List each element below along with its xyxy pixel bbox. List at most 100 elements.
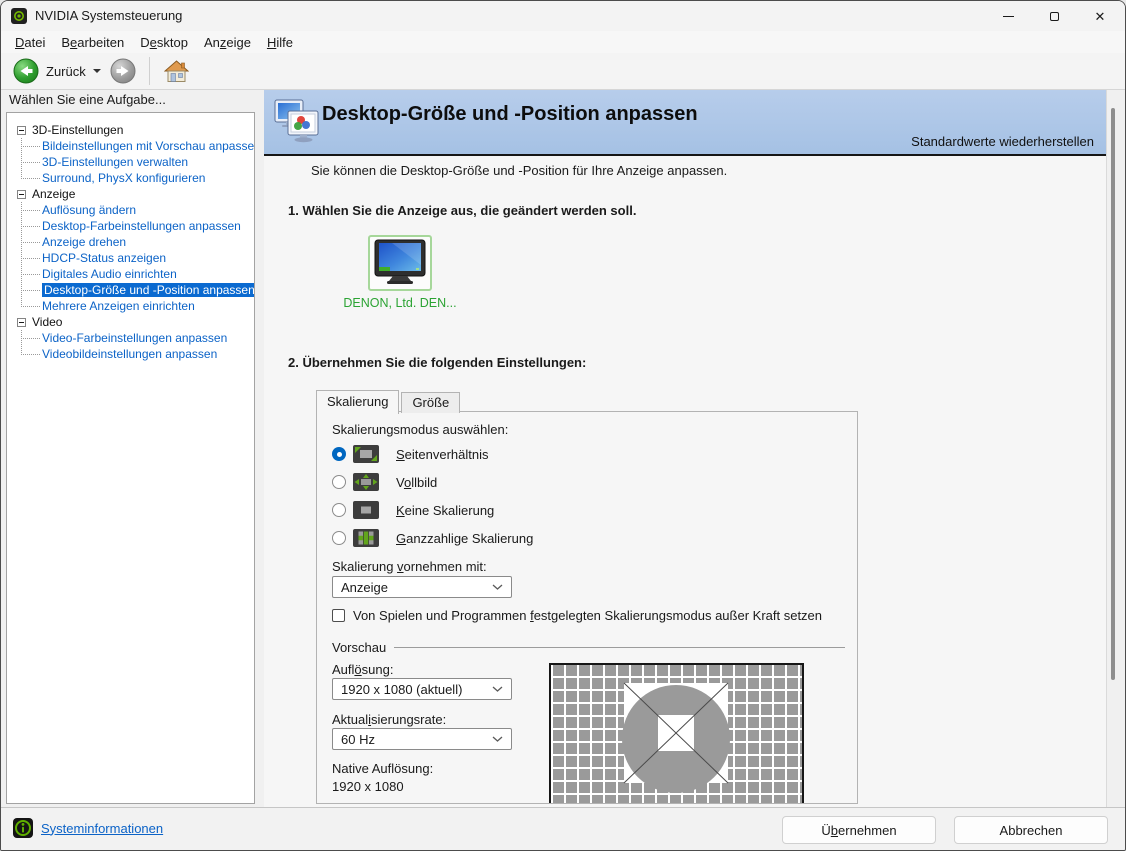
integer-scaling-icon: [353, 529, 379, 547]
collapse-icon[interactable]: [17, 317, 26, 327]
collapse-icon[interactable]: [17, 125, 26, 135]
perform-scaling-value: Anzeige: [341, 579, 388, 595]
tab-skalierung[interactable]: Skalierung: [316, 390, 400, 414]
radio-button-selected[interactable]: [332, 447, 346, 461]
titlebar: NVIDIA Systemsteuerung ✕: [1, 1, 1125, 31]
tree-group-3d: Bildeinstellungen mit Vorschau anpassen …: [21, 138, 254, 186]
resolution-label: Auflösung:: [332, 662, 394, 677]
menu-anzeige[interactable]: Anzeige: [196, 33, 259, 52]
chevron-down-icon: [492, 686, 503, 692]
info-icon: [13, 818, 33, 838]
scaling-preview-image: [549, 663, 804, 803]
maximize-button[interactable]: [1031, 1, 1077, 31]
tree-item-videobildeinstellungen[interactable]: Videobildeinstellungen anpassen: [21, 346, 252, 362]
close-icon: ✕: [1094, 8, 1106, 24]
back-button[interactable]: Zurück: [13, 58, 101, 84]
system-information-label: Systeminformationen: [41, 820, 164, 836]
tree-root-3d-einstellungen[interactable]: 3D-Einstellungen: [17, 122, 252, 138]
footer-bar: Systeminformationen Übernehmen Abbrechen: [1, 807, 1125, 850]
toolbar-separator: [148, 57, 150, 85]
forward-button[interactable]: [110, 58, 136, 84]
tree-root-anzeige[interactable]: Anzeige: [17, 186, 252, 202]
refresh-rate-dropdown[interactable]: 60 Hz: [332, 728, 512, 750]
perform-scaling-dropdown[interactable]: Anzeige: [332, 576, 512, 598]
home-icon: [163, 59, 189, 83]
tree-item-3d-verwalten[interactable]: 3D-Einstellungen verwalten: [21, 154, 252, 170]
radio-button[interactable]: [332, 531, 346, 545]
collapse-icon[interactable]: [17, 189, 26, 199]
page-header-band: Desktop-Größe und -Position anpassen Sta…: [264, 90, 1106, 154]
chevron-down-icon: [492, 736, 503, 742]
tree-group-anzeige: Auflösung ändern Desktop-Farbeinstellung…: [21, 202, 254, 314]
tree-item-digitales-audio[interactable]: Digitales Audio einrichten: [21, 266, 252, 282]
native-resolution-value: 1920 x 1080: [332, 779, 404, 794]
refresh-rate-label: Aktualisierungsrate:: [332, 712, 447, 727]
checkbox-unchecked[interactable]: [332, 609, 345, 622]
system-information-link[interactable]: Systeminformationen: [13, 818, 163, 838]
radio-button[interactable]: [332, 503, 346, 517]
task-tree-panel: 3D-Einstellungen Bildeinstellungen mit V…: [6, 112, 255, 804]
header-divider: [264, 154, 1106, 156]
back-icon: [13, 58, 39, 84]
tree-item-aufloesung-aendern[interactable]: Auflösung ändern: [21, 202, 252, 218]
apply-button[interactable]: Übernehmen: [782, 816, 936, 844]
nvidia-control-panel-window: NVIDIA Systemsteuerung ✕ Datei Bearbeite…: [0, 0, 1126, 851]
home-button[interactable]: [163, 59, 189, 83]
tree-item-mehrere-anzeigen[interactable]: Mehrere Anzeigen einrichten: [21, 298, 252, 314]
radio-ganzzahlige-skalierung[interactable]: Ganzzahlige Skalierung: [332, 528, 533, 548]
menu-desktop[interactable]: Desktop: [132, 33, 196, 52]
tree-item-surround-physx[interactable]: Surround, PhysX konfigurieren: [21, 170, 252, 186]
menu-datei[interactable]: Datei: [7, 33, 53, 52]
close-button[interactable]: ✕: [1077, 1, 1123, 31]
display-name-label: DENON, Ltd. DEN...: [343, 296, 457, 310]
radio-seitenverhaeltnis[interactable]: Seitenverhältnis: [332, 444, 489, 464]
maximize-icon: [1049, 11, 1059, 21]
cancel-button[interactable]: Abbrechen: [954, 816, 1108, 844]
restore-defaults-button[interactable]: Standardwerte wiederherstellen: [911, 134, 1094, 149]
navigation-toolbar: Zurück: [1, 53, 1125, 90]
scaling-tab-panel: Skalierungsmodus auswählen: Seitenverhäl…: [316, 411, 858, 804]
vertical-scrollbar[interactable]: [1111, 108, 1115, 680]
radio-keine-skalierung[interactable]: Keine Skalierung: [332, 500, 494, 520]
tree-item-video-farbeinstellungen[interactable]: Video-Farbeinstellungen anpassen: [21, 330, 252, 346]
back-button-label: Zurück: [46, 63, 86, 79]
forward-icon: [110, 58, 136, 84]
display-select-tile[interactable]: [368, 235, 432, 291]
minimize-icon: [1002, 15, 1014, 17]
tree-item-hdcp-status[interactable]: HDCP-Status anzeigen: [21, 250, 252, 266]
preview-group-label: Vorschau: [332, 640, 387, 655]
menubar: Datei Bearbeiten Desktop Anzeige Hilfe: [1, 31, 1125, 53]
nvidia-app-icon: [11, 8, 27, 24]
radio-button[interactable]: [332, 475, 346, 489]
menu-hilfe[interactable]: Hilfe: [259, 33, 301, 52]
settings-tabs: Skalierung Größe: [316, 390, 461, 414]
override-scaling-checkbox-row[interactable]: Von Spielen und Programmen festgelegten …: [332, 608, 822, 623]
tab-groesse[interactable]: Größe: [401, 392, 461, 413]
aspect-ratio-icon: [353, 445, 379, 463]
tree-item-bildeinstellungen[interactable]: Bildeinstellungen mit Vorschau anpassen: [21, 138, 254, 154]
tree-root-video[interactable]: Video: [17, 314, 252, 330]
preview-group: Vorschau: [332, 640, 845, 655]
tree-item-desktop-groesse-position[interactable]: Desktop-Größe und -Position anpassen: [21, 282, 254, 298]
section2-heading: 2. Übernehmen Sie die folgenden Einstell…: [288, 355, 587, 370]
tree-item-desktop-farbeinstellungen[interactable]: Desktop-Farbeinstellungen anpassen: [21, 218, 252, 234]
page-title: Desktop-Größe und -Position anpassen: [322, 103, 698, 125]
resolution-dropdown[interactable]: 1920 x 1080 (aktuell): [332, 678, 512, 700]
radio-vollbild[interactable]: Vollbild: [332, 472, 437, 492]
no-scaling-icon: [353, 501, 379, 519]
scaling-mode-label: Skalierungsmodus auswählen:: [332, 422, 509, 437]
minimize-button[interactable]: [985, 1, 1031, 31]
group-divider-line: [394, 647, 845, 648]
back-history-caret-icon[interactable]: [92, 69, 101, 73]
monitor-icon: [372, 239, 428, 287]
menu-bearbeiten[interactable]: Bearbeiten: [53, 33, 132, 52]
perform-scaling-label: Skalierung vornehmen mit:: [332, 559, 487, 574]
display-settings-icon: [274, 99, 320, 146]
tree-item-anzeige-drehen[interactable]: Anzeige drehen: [21, 234, 252, 250]
resolution-value: 1920 x 1080 (aktuell): [341, 681, 463, 697]
main-content: Desktop-Größe und -Position anpassen Sta…: [264, 90, 1107, 807]
window-controls: ✕: [985, 1, 1123, 31]
page-description: Sie können die Desktop-Größe und -Positi…: [311, 163, 728, 178]
override-scaling-label: Von Spielen und Programmen festgelegten …: [353, 608, 823, 623]
chevron-down-icon: [492, 584, 503, 590]
